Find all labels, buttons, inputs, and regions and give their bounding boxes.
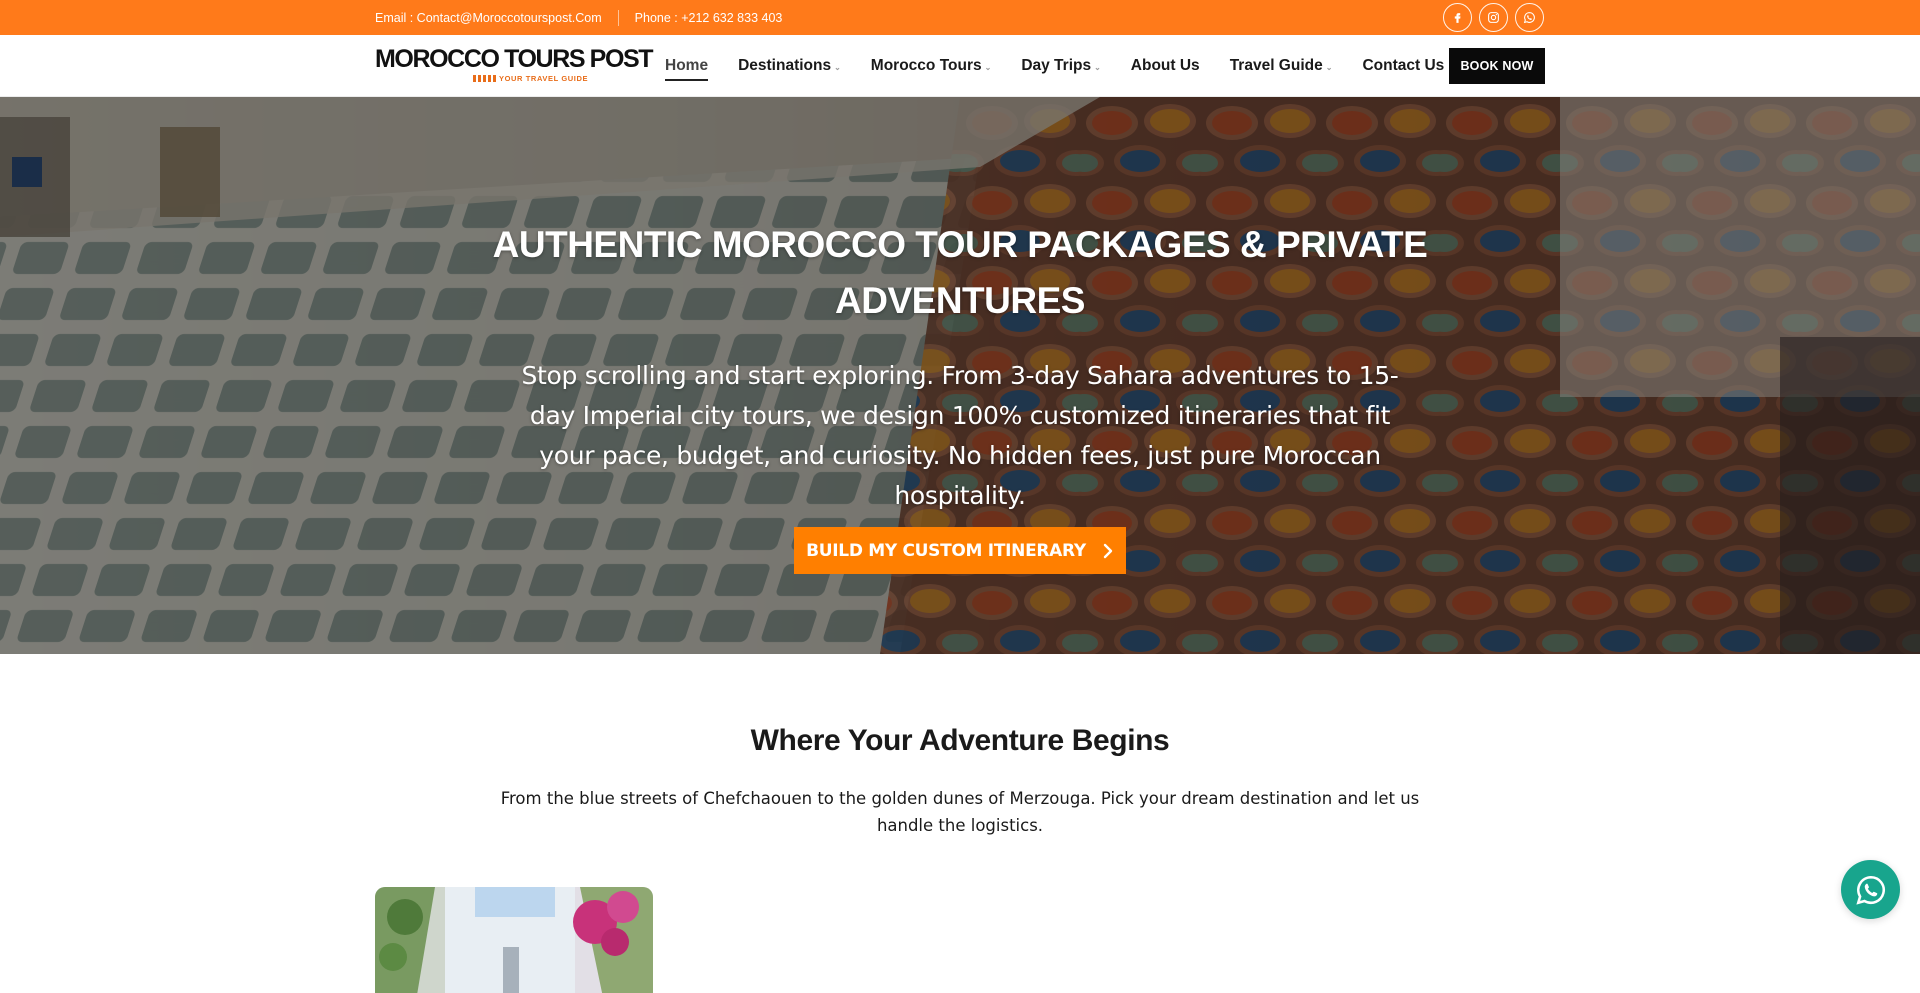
nav-item-day-trips[interactable]: Day Trips ⌄ (1021, 57, 1100, 75)
social-links (1443, 3, 1544, 32)
nav-item-about-us[interactable]: About Us (1131, 57, 1200, 75)
nav-label: Home (665, 57, 709, 74)
destinations-description: From the blue streets of Chefchaouen to … (500, 789, 1420, 835)
chevron-down-icon: ⌄ (834, 62, 841, 72)
chevron-right-icon (1103, 543, 1113, 558)
nav-label: Day Trips (1021, 57, 1092, 74)
whatsapp-link[interactable] (1515, 3, 1544, 32)
logo-tagline: YOUR TRAVEL GUIDE (499, 74, 589, 83)
whatsapp-icon (1523, 12, 1535, 24)
cta-label: BUILD MY CUSTOM ITINERARY (806, 540, 1086, 561)
chevron-down-icon: ⌄ (1094, 62, 1101, 72)
nav-label: Contact Us (1362, 57, 1445, 74)
divider (617, 9, 619, 26)
logo-wordmark: MOROCCO TOURS POST (375, 45, 654, 73)
build-itinerary-button[interactable]: BUILD MY CUSTOM ITINERARY (794, 527, 1126, 574)
destination-card[interactable] (375, 887, 653, 993)
chevron-down-icon: ⌄ (1325, 62, 1333, 72)
nav-menu: Home Destinations ⌄ Morocco Tours ⌄ Day … (665, 35, 1444, 97)
instagram-link[interactable] (1479, 3, 1508, 32)
instagram-icon (1488, 12, 1499, 23)
site-logo[interactable]: MOROCCO TOURS POST YOUR TRAVEL GUIDE (375, 44, 654, 88)
main-navbar: MOROCCO TOURS POST YOUR TRAVEL GUIDE Hom… (0, 35, 1920, 97)
whatsapp-icon (1855, 875, 1885, 905)
chevron-down-icon: ⌄ (984, 62, 992, 72)
contact-info: Email : Contact@Moroccotourspost.Com Pho… (375, 0, 782, 35)
top-bar: Email : Contact@Moroccotourspost.Com Pho… (0, 0, 1920, 35)
nav-item-morocco-tours[interactable]: Morocco Tours ⌄ (871, 57, 992, 75)
nav-item-destinations[interactable]: Destinations ⌄ (738, 57, 841, 75)
hero-title: AUTHENTIC MOROCCO TOUR PACKAGES & PRIVAT… (492, 224, 1428, 321)
email-link[interactable]: Email : Contact@Moroccotourspost.Com (375, 11, 602, 25)
nav-item-contact-us[interactable]: Contact Us (1362, 57, 1444, 75)
phone-link[interactable]: Phone : +212 632 833 403 (635, 11, 783, 25)
nav-label: Travel Guide (1229, 57, 1323, 74)
nav-label: About Us (1130, 57, 1200, 74)
hero-subtitle: Stop scrolling and start exploring. From… (521, 361, 1399, 510)
nav-label: Morocco Tours (870, 57, 982, 74)
nav-item-home[interactable]: Home (665, 57, 709, 81)
whatsapp-chat-button[interactable] (1841, 860, 1900, 919)
nav-item-travel-guide[interactable]: Travel Guide ⌄ (1230, 57, 1333, 75)
book-now-button[interactable]: BOOK NOW (1449, 48, 1545, 84)
destinations-title: Where Your Adventure Begins (750, 724, 1170, 757)
facebook-icon (1454, 13, 1461, 23)
nav-label: Destinations (738, 57, 832, 74)
logo-stripes-icon (473, 75, 496, 82)
destination-image (375, 887, 653, 993)
hero-section: AUTHENTIC MOROCCO TOUR PACKAGES & PRIVAT… (0, 97, 1920, 654)
facebook-link[interactable] (1443, 3, 1472, 32)
